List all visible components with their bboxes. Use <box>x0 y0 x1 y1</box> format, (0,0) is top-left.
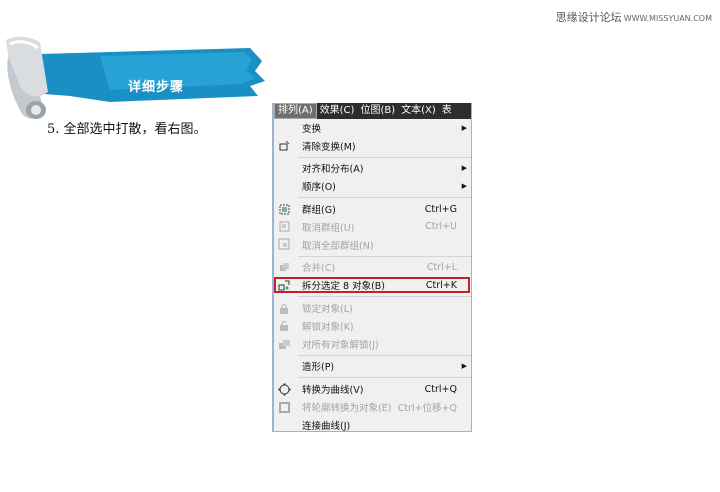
menu-item[interactable]: 合并(C) Ctrl+L <box>274 259 471 277</box>
arrange-dropdown-menu: 变换 ▶ 清除变换(M) 对齐和分布(A) ▶ 顺序(O) ▶ 群组(G) Ctrl+G 取消群组… <box>274 119 471 432</box>
group-icon <box>277 202 291 216</box>
menu-item-label: 造形(P) <box>302 362 335 374</box>
ungroup-all-icon <box>277 238 291 252</box>
menu-item[interactable]: 清除变换(M) <box>274 137 471 155</box>
menubar: 排列(A) 效果(C) 位图(B) 文本(X) 表 <box>274 103 471 119</box>
watermark-site: 思缘设计论坛 <box>555 11 622 24</box>
menu-item-label: 合并(C) <box>302 263 336 275</box>
highlight-box <box>274 277 470 294</box>
outline-to-object-icon <box>277 400 291 414</box>
menu-item-label: 变换 <box>302 123 322 135</box>
menubar-item-0[interactable]: 排列(A) <box>274 103 317 119</box>
menu-item-label: 对所有对象解锁(J) <box>302 339 379 351</box>
submenu-arrow-icon: ▶ <box>461 164 467 173</box>
menu-item[interactable]: 对齐和分布(A) ▶ <box>274 160 471 178</box>
menu-separator <box>298 255 471 257</box>
menu-item[interactable]: 对所有对象解锁(J) <box>274 335 471 353</box>
menu-item[interactable]: 转换为曲线(V) Ctrl+Q <box>274 380 471 398</box>
menubar-item-3[interactable]: 文本(X) <box>398 103 439 119</box>
menu-item-shortcut: Ctrl+U <box>425 221 457 233</box>
menu-item[interactable]: 变换 ▶ <box>274 119 471 137</box>
menu-separator <box>298 156 471 158</box>
submenu-arrow-icon: ▶ <box>461 182 467 191</box>
watermark-url: WWW.MISSYUAN.COM <box>623 14 712 23</box>
menu-item[interactable]: 取消群组(U) Ctrl+U <box>274 218 471 236</box>
menubar-item-4[interactable]: 表 <box>439 103 455 119</box>
menubar-item-2[interactable]: 位图(B) <box>357 103 398 119</box>
menu-separator <box>298 197 471 199</box>
menu-item[interactable]: 取消全部群组(N) <box>274 236 471 254</box>
menubar-item-1[interactable]: 效果(C) <box>317 103 358 119</box>
combine-icon <box>277 260 291 274</box>
menu-item-shortcut: Ctrl+位移+Q <box>397 403 457 415</box>
unlock-all-icon <box>277 337 291 351</box>
menu-item[interactable]: 群组(G) Ctrl+G <box>274 200 471 218</box>
banner-title: 详细步骤 <box>128 80 185 95</box>
submenu-arrow-icon: ▶ <box>461 362 467 371</box>
menu-separator <box>298 354 471 356</box>
menu-item-shortcut: Ctrl+Q <box>424 383 457 395</box>
convert-to-curves-icon <box>277 382 291 396</box>
menu-item-label: 锁定对象(L) <box>302 304 353 316</box>
watermark: 思缘设计论坛 WWW.MISSYUAN.COM <box>556 9 712 25</box>
menu-item[interactable]: 解锁对象(K) <box>274 317 471 335</box>
menu-separator <box>298 296 471 298</box>
clear-transform-icon <box>277 139 291 153</box>
menu-item[interactable]: 拆分选定 8 对象(B) Ctrl+K <box>274 276 471 294</box>
menu-item[interactable]: 将轮廓转换为对象(E) Ctrl+位移+Q <box>274 398 471 416</box>
menu-item-label: 转换为曲线(V) <box>302 385 364 397</box>
arrange-menu-screenshot: 排列(A) 效果(C) 位图(B) 文本(X) 表 变换 ▶ 清除变换(M) 对齐和分布(A)… <box>272 103 472 432</box>
menu-item-shortcut: Ctrl+L <box>426 261 457 273</box>
ungroup-icon <box>277 220 291 234</box>
menu-item[interactable]: 连接曲线(J) <box>274 416 471 432</box>
menu-item-label: 对齐和分布(A) <box>302 164 364 176</box>
menu-item-shortcut: Ctrl+G <box>424 203 457 215</box>
menu-item-label: 将轮廓转换为对象(E) <box>302 403 392 415</box>
menu-item-label: 取消群组(U) <box>302 222 355 234</box>
menu-item[interactable]: 顺序(O) ▶ <box>274 177 471 195</box>
menu-separator <box>298 377 471 379</box>
submenu-arrow-icon: ▶ <box>461 123 467 132</box>
menu-item-label: 取消全部群组(N) <box>302 240 374 252</box>
unlock-icon <box>277 319 291 333</box>
menu-item-label: 清除变换(M) <box>302 141 356 153</box>
menu-item-label: 解锁对象(K) <box>302 321 354 333</box>
menu-item[interactable]: 造形(P) ▶ <box>274 358 471 376</box>
step-instruction: 5. 全部选中打散，看右图。 <box>47 122 207 137</box>
lock-icon <box>277 301 291 315</box>
menu-item[interactable]: 锁定对象(L) <box>274 299 471 317</box>
menu-item-label: 顺序(O) <box>302 182 336 194</box>
menu-item-label: 群组(G) <box>302 205 336 217</box>
step-banner: 详细步骤 <box>0 26 270 126</box>
menu-item-label: 连接曲线(J) <box>302 420 351 432</box>
